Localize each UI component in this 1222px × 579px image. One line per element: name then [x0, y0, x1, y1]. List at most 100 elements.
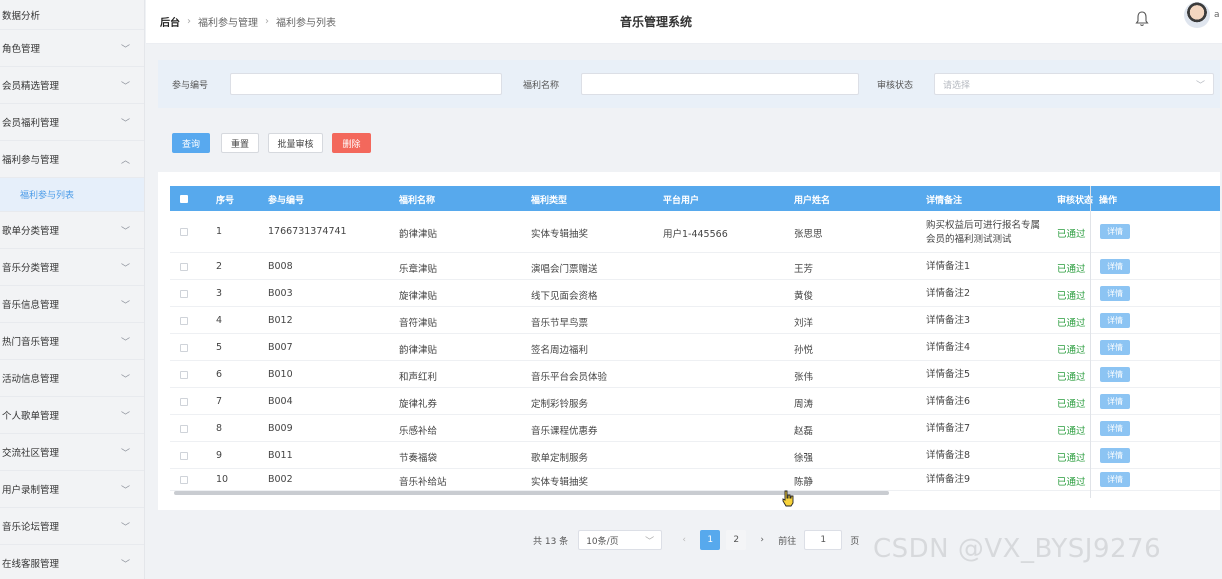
- status-badge: 已通过: [1057, 477, 1086, 488]
- cell-type: 歌单定制服务: [531, 453, 589, 464]
- breadcrumb-home[interactable]: 后台: [160, 14, 180, 29]
- avatar[interactable]: [1184, 2, 1210, 28]
- cell-type: 签名周边福利: [531, 345, 589, 356]
- detail-button[interactable]: 详情: [1100, 286, 1130, 301]
- cell-user-name: 徐强: [794, 453, 814, 464]
- row-checkbox[interactable]: [180, 425, 188, 433]
- participation-no-input[interactable]: [230, 73, 503, 95]
- query-button[interactable]: 查询: [172, 133, 210, 153]
- breadcrumb-separator-icon: ›: [187, 16, 191, 27]
- page-unit: 页: [850, 536, 860, 547]
- sidebar-item-community[interactable]: 交流社区管理 ﹀: [0, 434, 144, 471]
- benefit-name-label: 福利名称: [523, 80, 560, 91]
- page-number[interactable]: 1: [700, 530, 721, 550]
- cell-name: 韵律津贴: [399, 229, 438, 240]
- reset-button[interactable]: 重置: [221, 133, 259, 153]
- chevron-down-icon: ﹀: [120, 118, 130, 129]
- cell-no: B008: [268, 261, 293, 272]
- cell-index: 10: [216, 474, 229, 485]
- cell-index: 4: [216, 315, 223, 326]
- prev-page-icon[interactable]: ‹: [674, 530, 694, 550]
- row-checkbox[interactable]: [180, 398, 188, 406]
- detail-button[interactable]: 详情: [1100, 421, 1130, 436]
- bell-icon[interactable]: [1134, 10, 1150, 28]
- sidebar-subitem-participation-list[interactable]: 福利参与列表: [0, 178, 144, 212]
- sidebar-item-user-recording[interactable]: 用户录制管理 ﹀: [0, 471, 144, 508]
- chevron-down-icon: ﹀: [120, 263, 130, 274]
- table-row[interactable]: 10 B002 音乐补给站 实体专辑抽奖 陈静 详情备注9 已通过 详情: [170, 469, 1220, 491]
- goto-label: 前往: [778, 536, 797, 547]
- table-row[interactable]: 4 B012 音符津贴 音乐节早鸟票 刘洋 详情备注3 已通过 详情: [170, 307, 1220, 334]
- sidebar-item-personal-playlist[interactable]: 个人歌单管理 ﹀: [0, 397, 144, 434]
- benefit-name-input[interactable]: [581, 73, 860, 95]
- table-row[interactable]: 7 B004 旋律礼券 定制彩铃服务 周涛 详情备注6 已通过 详情: [170, 388, 1220, 415]
- row-checkbox[interactable]: [180, 452, 188, 460]
- table-row[interactable]: 9 B011 节奏福袋 歌单定制服务 徐强 详情备注8 已通过 详情: [170, 442, 1220, 469]
- detail-button[interactable]: 详情: [1100, 313, 1130, 328]
- table-row[interactable]: 5 B007 韵律津贴 签名周边福利 孙悦 详情备注4 已通过 详情: [170, 334, 1220, 361]
- chevron-down-icon: ﹀: [120, 44, 130, 55]
- table-row[interactable]: 3 B003 旋律津贴 线下见面会资格 黄俊 详情备注2 已通过 详情: [170, 280, 1220, 307]
- cell-user-name: 陈静: [794, 477, 814, 488]
- table-row[interactable]: 1 1766731374741 韵律津贴 实体专辑抽奖 用户1-445566 张思思 购买权…: [170, 211, 1220, 253]
- sidebar-item-data-analysis[interactable]: 数据分析: [0, 0, 144, 30]
- row-checkbox[interactable]: [180, 344, 188, 352]
- table-row[interactable]: 2 B008 乐章津贴 演唱会门票赠送 王芳 详情备注1 已通过 详情: [170, 253, 1220, 280]
- delete-button[interactable]: 删除: [332, 133, 371, 153]
- table-row[interactable]: 6 B010 和声红利 音乐平台会员体验 张伟 详情备注5 已通过 详情: [170, 361, 1220, 388]
- detail-button[interactable]: 详情: [1100, 472, 1130, 487]
- sidebar-item-music-forum[interactable]: 音乐论坛管理 ﹀: [0, 508, 144, 545]
- detail-button[interactable]: 详情: [1100, 367, 1130, 382]
- chevron-down-icon: ﹀: [120, 522, 130, 533]
- row-checkbox[interactable]: [180, 290, 188, 298]
- row-checkbox[interactable]: [180, 317, 188, 325]
- sidebar-item-member-benefits[interactable]: 会员福利管理 ﹀: [0, 104, 144, 141]
- page-size-select[interactable]: 10条/页 ﹀: [578, 530, 663, 550]
- page-number[interactable]: 2: [726, 530, 747, 550]
- pagination: 共 13 条 10条/页 ﹀ ‹ 1 2 › 前往 1 页: [533, 529, 859, 551]
- cell-no: B012: [268, 315, 293, 326]
- detail-button[interactable]: 详情: [1100, 259, 1130, 274]
- cell-name: 音乐补给站: [399, 477, 447, 488]
- next-page-icon[interactable]: ›: [752, 530, 772, 550]
- row-checkbox[interactable]: [180, 263, 188, 271]
- sidebar-item-label: 角色管理: [2, 44, 41, 55]
- detail-button[interactable]: 详情: [1100, 394, 1130, 409]
- sidebar-item-label: 音乐分类管理: [2, 263, 60, 274]
- row-checkbox[interactable]: [180, 228, 188, 236]
- detail-button[interactable]: 详情: [1100, 340, 1130, 355]
- cell-note: 详情备注7: [926, 422, 970, 436]
- sidebar-item-label: 热门音乐管理: [2, 337, 60, 348]
- cell-type: 实体专辑抽奖: [531, 477, 589, 488]
- batch-review-button[interactable]: 批量审核: [268, 133, 323, 153]
- user-name[interactable]: a: [1214, 10, 1220, 20]
- detail-button[interactable]: 详情: [1100, 448, 1130, 463]
- table-row[interactable]: 8 B009 乐感补给 音乐课程优惠券 赵磊 详情备注7 已通过 详情: [170, 415, 1220, 442]
- cell-no: B003: [268, 288, 293, 299]
- sidebar-item-benefit-participation[interactable]: 福利参与管理 ︿: [0, 141, 144, 178]
- sidebar-item-music-info[interactable]: 音乐信息管理 ﹀: [0, 286, 144, 323]
- cell-name: 乐章津贴: [399, 264, 438, 275]
- sidebar-item-member-picks[interactable]: 会员精选管理 ﹀: [0, 67, 144, 104]
- cell-user-name: 周涛: [794, 399, 814, 410]
- review-status-select[interactable]: 请选择 ﹀: [934, 73, 1215, 95]
- sidebar-item-online-support[interactable]: 在线客服管理 ﹀: [0, 545, 144, 579]
- note-line: 详情备注3: [926, 315, 971, 326]
- cell-index: 7: [216, 396, 223, 407]
- cell-index: 5: [216, 342, 223, 353]
- row-checkbox[interactable]: [180, 476, 188, 484]
- breadcrumb-item[interactable]: 福利参与管理: [198, 14, 258, 29]
- sidebar-item-music-category[interactable]: 音乐分类管理 ﹀: [0, 249, 144, 286]
- column-header: 审核状态: [1057, 196, 1094, 206]
- select-all-checkbox[interactable]: [180, 195, 188, 203]
- detail-button[interactable]: 详情: [1100, 224, 1130, 239]
- sidebar-item-roles[interactable]: 角色管理 ﹀: [0, 30, 144, 67]
- search-panel: 参与编号 福利名称 审核状态 请选择 ﹀: [158, 60, 1220, 108]
- goto-page-input[interactable]: 1: [804, 530, 843, 550]
- sidebar-item-activity-info[interactable]: 活动信息管理 ﹀: [0, 360, 144, 397]
- sidebar-item-playlist-category[interactable]: 歌单分类管理 ﹀: [0, 212, 144, 249]
- chevron-down-icon: ﹀: [120, 337, 130, 348]
- sidebar-item-hot-music[interactable]: 热门音乐管理 ﹀: [0, 323, 144, 360]
- sidebar-item-label: 歌单分类管理: [2, 226, 60, 237]
- row-checkbox[interactable]: [180, 371, 188, 379]
